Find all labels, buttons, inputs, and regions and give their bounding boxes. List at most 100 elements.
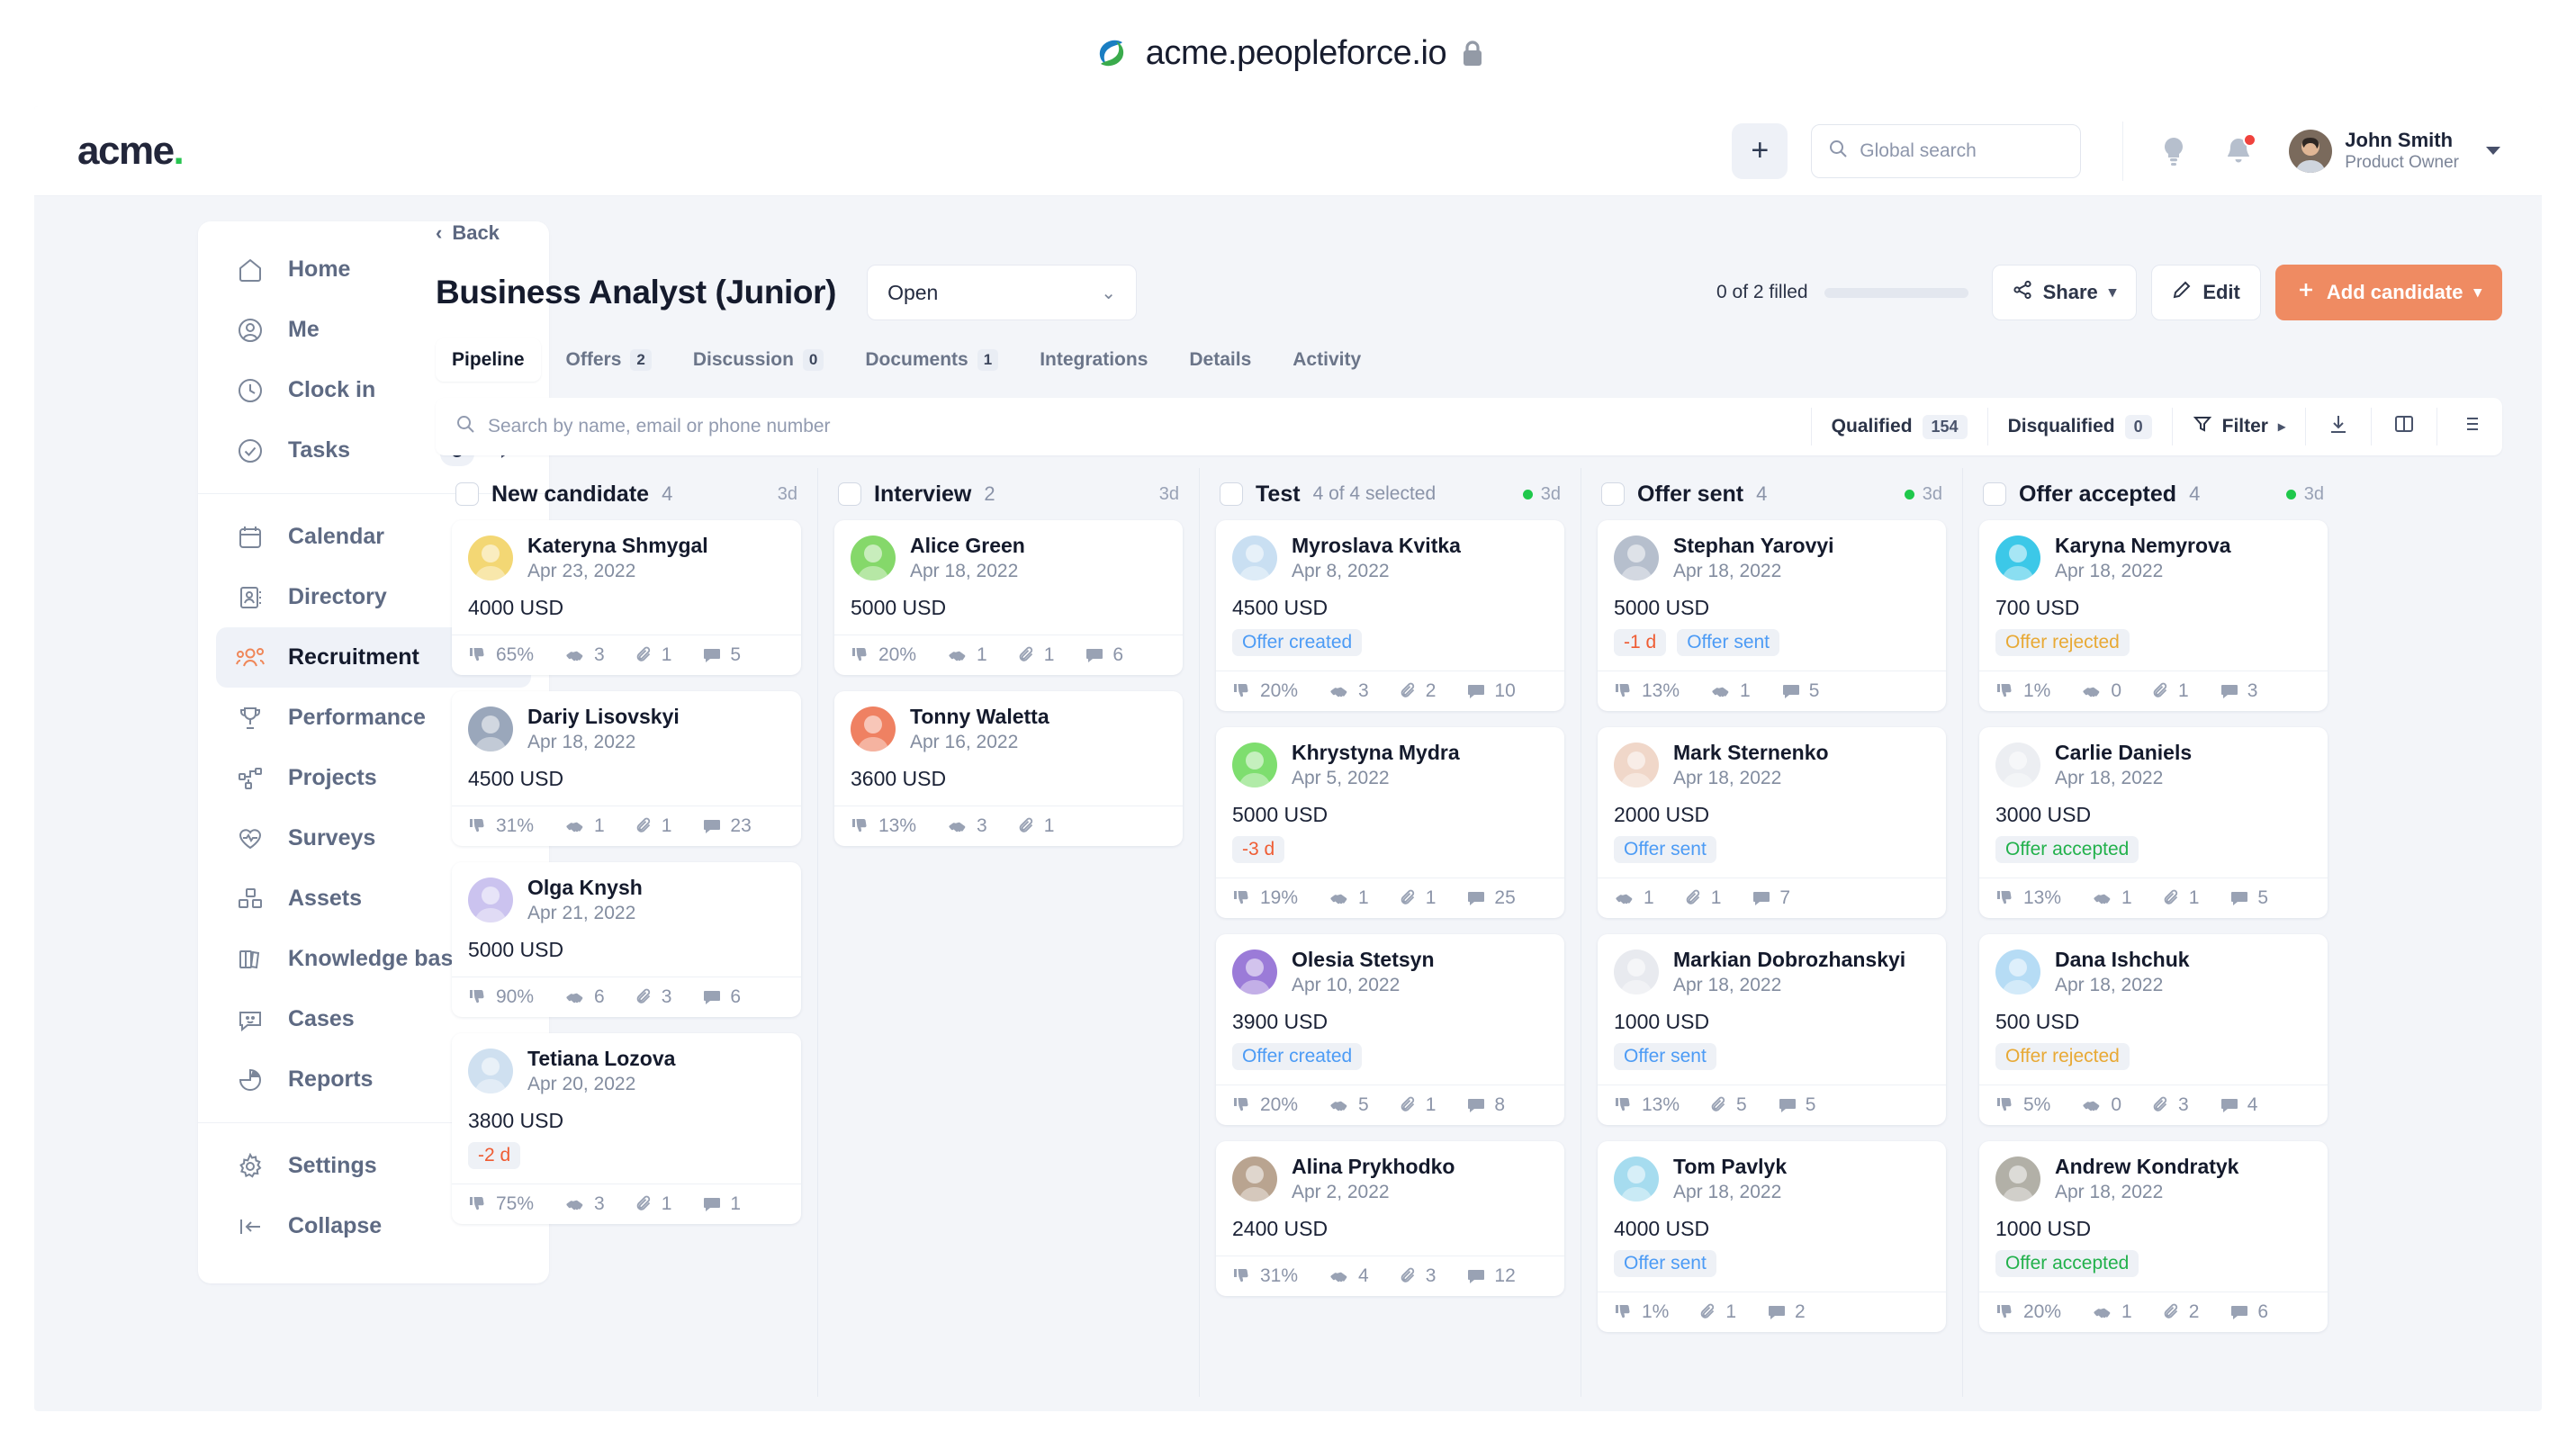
meta-comments: 8 xyxy=(1466,1094,1505,1116)
column-select-checkbox[interactable] xyxy=(1983,482,2006,506)
search-icon xyxy=(1828,139,1848,164)
meta-interviews-value: 4 xyxy=(1358,1265,1369,1287)
disqualified-filter[interactable]: Disqualified 0 xyxy=(1988,398,2172,455)
candidate-card[interactable]: Tom Pavlyk Apr 18, 2022 4000 USD Offer sent… xyxy=(1598,1141,1946,1333)
candidate-card[interactable]: Olga Knysh Apr 21, 2022 5000 USD 90% 6 3 6 xyxy=(452,862,801,1018)
column-select-checkbox[interactable] xyxy=(838,482,861,506)
column-select-checkbox[interactable] xyxy=(1220,482,1243,506)
candidate-card[interactable]: Alice Green Apr 18, 2022 5000 USD 20% 1 1 6 xyxy=(834,520,1183,676)
candidate-card[interactable]: Andrew Kondratyk Apr 18, 2022 1000 USD Offe… xyxy=(1979,1141,2328,1333)
paperclip-icon xyxy=(635,987,653,1007)
filter-button[interactable]: Filter ▸ xyxy=(2173,398,2305,455)
meta-interviews-value: 3 xyxy=(594,644,605,666)
candidate-tag: Offer sent xyxy=(1677,629,1780,657)
candidate-card[interactable]: Olesia Stetsyn Apr 10, 2022 3900 USD Offer … xyxy=(1216,934,1564,1126)
bell-icon[interactable] xyxy=(2219,131,2258,171)
candidate-card[interactable]: Kateryna Shmygal Apr 23, 2022 4000 USD 65% 3… xyxy=(452,520,801,676)
tab-offers[interactable]: Offers 2 xyxy=(550,338,668,382)
column-select-checkbox[interactable] xyxy=(1601,482,1625,506)
candidate-card[interactable]: Mark Sternenko Apr 18, 2022 2000 USD Offer … xyxy=(1598,727,1946,919)
comment-icon xyxy=(1466,1095,1486,1115)
candidate-card-body: Mark Sternenko Apr 18, 2022 2000 USD Offer … xyxy=(1598,727,1946,878)
tab-documents[interactable]: Documents 1 xyxy=(849,338,1014,382)
avatar xyxy=(1232,1156,1277,1202)
candidate-name: Olesia Stetsyn xyxy=(1292,948,1435,972)
candidate-tag: -3 d xyxy=(1232,836,1285,864)
thumbs-down-icon xyxy=(1232,888,1252,908)
lightbulb-icon[interactable] xyxy=(2154,131,2193,171)
avatar xyxy=(468,536,513,581)
candidate-card[interactable]: Tonny Waletta Apr 16, 2022 3600 USD 13% 3 1 xyxy=(834,691,1183,847)
tab-discussion[interactable]: Discussion 0 xyxy=(677,338,841,382)
comment-icon xyxy=(1466,888,1486,908)
candidate-card[interactable]: Tetiana Lozova Apr 20, 2022 3800 USD -2 d 75… xyxy=(452,1033,801,1225)
candidate-card[interactable]: Myroslava Kvitka Apr 8, 2022 4500 USD Offer… xyxy=(1216,520,1564,712)
paperclip-icon xyxy=(1710,1095,1728,1115)
avatar xyxy=(851,706,896,752)
thumbs-down-icon xyxy=(1614,1302,1634,1322)
candidate-date: Apr 18, 2022 xyxy=(2055,767,2164,788)
comment-icon xyxy=(2229,888,2249,908)
meta-attachments: 1 xyxy=(635,1193,671,1215)
column-title: New candidate xyxy=(491,481,650,507)
list-view-button[interactable] xyxy=(2437,398,2502,455)
share-button[interactable]: Share ▾ xyxy=(1991,265,2138,320)
meta-rating: 20% xyxy=(1232,1094,1298,1116)
meta-attachments: 1 xyxy=(1400,1094,1436,1116)
candidate-salary: 4500 USD xyxy=(1232,596,1329,620)
candidate-card[interactable]: Dana Ishchuk Apr 18, 2022 500 USD Offer rej… xyxy=(1979,934,2328,1126)
tab-details[interactable]: Details xyxy=(1173,338,1267,382)
thumbs-down-icon xyxy=(1232,1095,1252,1115)
thumbs-down-icon xyxy=(468,645,488,665)
candidate-identity: Markian Dobrozhanskyi Apr 18, 2022 xyxy=(1614,947,1930,997)
candidate-card[interactable]: Stephan Yarovyi Apr 18, 2022 5000 USD -1 d O… xyxy=(1598,520,1946,712)
user-menu[interactable]: John Smith Product Owner xyxy=(2289,128,2500,174)
tab-count: 2 xyxy=(630,349,652,371)
avatar xyxy=(468,878,513,923)
candidate-card[interactable]: Carlie Daniels Apr 18, 2022 3000 USD Offer … xyxy=(1979,727,2328,919)
candidate-name: Dariy Lisovskyi xyxy=(527,705,680,729)
comment-icon xyxy=(1778,1095,1797,1115)
columns-view-button[interactable] xyxy=(2372,398,2436,455)
candidate-card[interactable]: Karyna Nemyrova Apr 18, 2022 700 USD Offer … xyxy=(1979,520,2328,712)
acme-logo[interactable]: acme. xyxy=(77,129,185,174)
url-text[interactable]: acme.peopleforce.io xyxy=(1146,34,1447,73)
candidate-card[interactable]: Alina Prykhodko Apr 2, 2022 2400 USD 31% 4 3 1… xyxy=(1216,1141,1564,1297)
meta-interviews-value: 1 xyxy=(1740,680,1751,702)
add-candidate-button[interactable]: Add candidate ▾ xyxy=(2274,265,2502,320)
share-label: Share xyxy=(2042,281,2098,303)
columns-icon xyxy=(2393,413,2415,440)
column-sla: 3d xyxy=(1522,484,1561,505)
global-search-field[interactable]: Global search xyxy=(1811,123,2082,178)
candidate-tags: Offer sent xyxy=(1614,1250,1930,1278)
download-button[interactable] xyxy=(2306,398,2371,455)
meta-interviews: 4 xyxy=(1329,1265,1369,1287)
quick-add-button[interactable]: + xyxy=(1732,122,1788,179)
job-status-select[interactable]: Open ⌄ xyxy=(867,265,1138,320)
candidate-identity: Alina Prykhodko Apr 2, 2022 xyxy=(1232,1154,1548,1204)
candidate-identity: Kateryna Shmygal Apr 23, 2022 xyxy=(468,533,785,583)
tab-integrations[interactable]: Integrations xyxy=(1023,338,1164,382)
candidate-meta: 1 1 7 xyxy=(1598,878,1946,918)
candidate-tags: Offer sent xyxy=(1614,1043,1930,1071)
candidate-salary: 5000 USD xyxy=(1232,803,1329,827)
candidate-date: Apr 18, 2022 xyxy=(1673,560,1782,581)
back-link[interactable]: ‹ Back xyxy=(436,221,2502,245)
tab-pipeline[interactable]: Pipeline xyxy=(436,338,541,382)
candidate-identity: Dariy Lisovskyi Apr 18, 2022 xyxy=(468,704,785,754)
candidate-tag: Offer accepted xyxy=(1995,836,2139,864)
paperclip-icon xyxy=(1018,816,1036,836)
candidate-search-input[interactable]: Search by name, email or phone number xyxy=(436,414,1811,439)
candidate-card[interactable]: Markian Dobrozhanskyi Apr 18, 2022 1000 US… xyxy=(1598,934,1946,1126)
qualified-filter[interactable]: Qualified 154 xyxy=(1812,398,1987,455)
meta-comments: 7 xyxy=(1752,887,1790,909)
candidate-card[interactable]: Khrystyna Mydra Apr 5, 2022 5000 USD -3 d 19… xyxy=(1216,727,1564,919)
board-column-header: New candidate 4 3d xyxy=(439,468,814,520)
candidate-card[interactable]: Dariy Lisovskyi Apr 18, 2022 4500 USD 31% 1 1… xyxy=(452,691,801,847)
tab-activity[interactable]: Activity xyxy=(1276,338,1377,382)
column-select-checkbox[interactable] xyxy=(455,482,479,506)
edit-button[interactable]: Edit xyxy=(2151,265,2261,320)
app-body: Home Me Clock in Tasks Calendar Director… xyxy=(34,196,2542,1411)
tab-count: 0 xyxy=(802,349,824,371)
notification-badge-dot xyxy=(2243,132,2257,147)
